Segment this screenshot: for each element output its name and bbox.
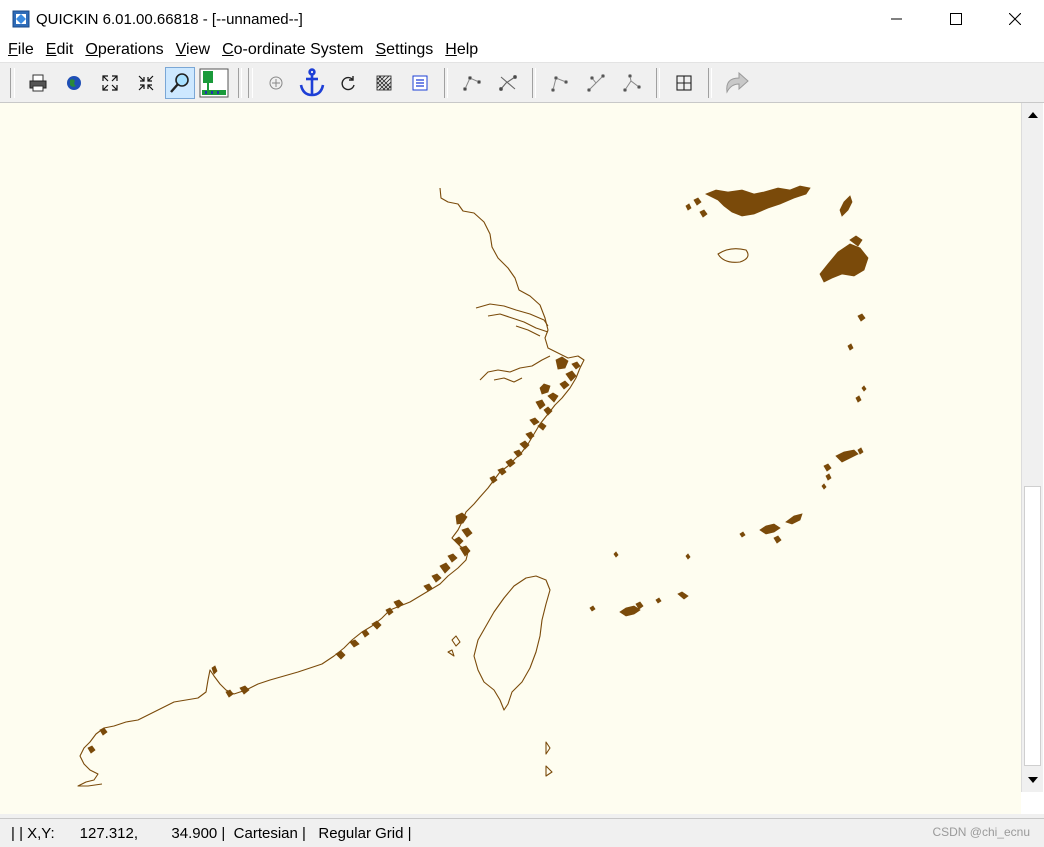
menu-operations[interactable]: Operations: [79, 39, 169, 61]
polyline-button[interactable]: [455, 66, 489, 100]
menu-view[interactable]: View: [170, 39, 216, 61]
toolbar-separator: [532, 67, 536, 98]
zoom-in-icon: [138, 75, 154, 90]
print-icon: [29, 74, 47, 91]
toolbar-separator: [656, 67, 660, 98]
maximize-button[interactable]: [926, 0, 985, 38]
merge-node-icon: [623, 73, 641, 92]
toolbar-separator: [238, 67, 242, 98]
globe-button[interactable]: [57, 66, 91, 100]
redo-icon: [726, 71, 749, 94]
window-title: QUICKIN 6.01.00.66818 - [--unnamed--]: [36, 10, 303, 28]
zoom-in-button[interactable]: [129, 66, 163, 100]
menu-settings[interactable]: Settings: [369, 39, 439, 61]
add-point-button[interactable]: [259, 66, 293, 100]
grid-display-icon: [199, 68, 229, 97]
redo-button[interactable]: [719, 66, 753, 100]
scroll-up-button[interactable]: [1023, 105, 1042, 124]
toolbar-grip[interactable]: [248, 67, 253, 98]
add-point-icon: [269, 76, 283, 89]
zoom-extents-icon: [102, 74, 118, 91]
hatch-grid-icon: [376, 75, 392, 90]
toolbar: [0, 63, 1044, 103]
menu-bar: File Edit Operations View Co-ordinate Sy…: [0, 38, 1044, 63]
minimize-icon: [890, 18, 902, 20]
node-icon: [551, 75, 568, 92]
merge-node-button[interactable]: [615, 66, 649, 100]
delete-polyline-icon: [499, 74, 517, 91]
vertical-scrollbar[interactable]: [1021, 103, 1043, 792]
toolbar-separator: [708, 67, 712, 98]
refresh-icon: [341, 75, 355, 90]
polyline-icon: [463, 75, 481, 91]
close-button[interactable]: [985, 0, 1044, 38]
globe-icon: [67, 75, 81, 90]
anchor-button[interactable]: [295, 66, 329, 100]
toolbar-separator: [444, 67, 448, 98]
maximize-icon: [949, 13, 962, 25]
list-button[interactable]: [403, 66, 437, 100]
menu-file[interactable]: File: [0, 39, 40, 61]
split-node-button[interactable]: [579, 66, 613, 100]
minimize-button[interactable]: [867, 0, 926, 38]
crosshair-box-icon: [676, 74, 692, 91]
delete-polyline-button[interactable]: [491, 66, 525, 100]
hatch-grid-button[interactable]: [367, 66, 401, 100]
list-icon: [412, 75, 428, 90]
arrow-down-icon: [1027, 776, 1038, 783]
watermark: CSDN @chi_ecnu: [932, 825, 1030, 839]
menu-edit[interactable]: Edit: [40, 39, 80, 61]
refresh-button[interactable]: [331, 66, 365, 100]
menu-coordinate-system[interactable]: Co-ordinate System: [216, 39, 369, 61]
scroll-down-button[interactable]: [1023, 770, 1042, 789]
split-node-icon: [587, 73, 605, 92]
grid-display-button[interactable]: [197, 66, 231, 100]
scroll-track[interactable]: [1024, 127, 1041, 485]
coastline-map: [77, 185, 869, 787]
menu-help[interactable]: Help: [439, 39, 484, 61]
map-canvas[interactable]: [0, 103, 1021, 814]
anchor-icon: [299, 67, 325, 96]
close-icon: [1008, 13, 1021, 25]
arrow-up-icon: [1027, 111, 1038, 118]
title-bar: QUICKIN 6.01.00.66818 - [--unnamed--]: [0, 0, 1044, 38]
node-button[interactable]: [543, 66, 577, 100]
zoom-extents-button[interactable]: [93, 66, 127, 100]
status-text: | | X,Y: 127.312, 34.900 | Cartesian | R…: [11, 824, 412, 842]
print-button[interactable]: [21, 66, 55, 100]
status-bar: | | X,Y: 127.312, 34.900 | Cartesian | R…: [0, 818, 1044, 847]
magnifier-button[interactable]: [165, 66, 195, 99]
toolbar-grip[interactable]: [10, 67, 15, 98]
magnifier-icon: [170, 72, 189, 93]
app-icon[interactable]: [12, 10, 30, 28]
scroll-thumb[interactable]: [1024, 486, 1041, 766]
crosshair-box-button[interactable]: [667, 66, 701, 100]
